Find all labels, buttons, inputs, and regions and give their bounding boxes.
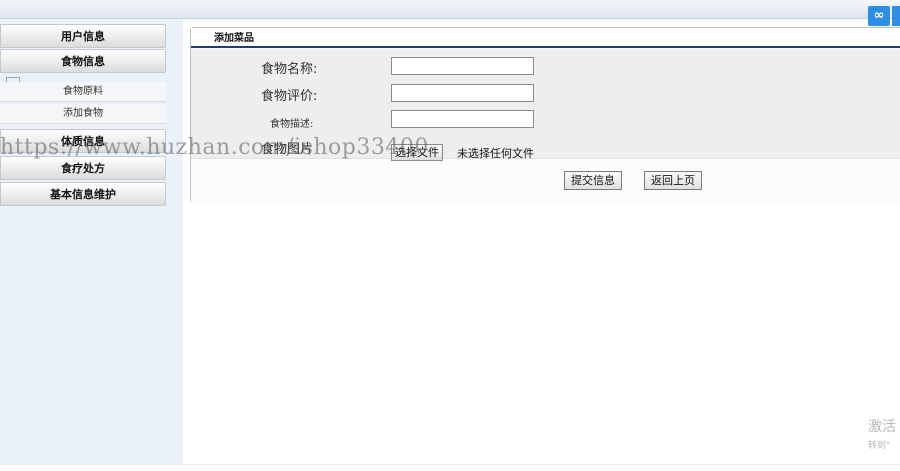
food-name-label: 食物名称: bbox=[261, 62, 318, 77]
sidebar-item-food-info[interactable]: 食物信息 bbox=[0, 49, 166, 73]
file-status-text: 未选择任何文件 bbox=[457, 147, 534, 160]
food-description-input[interactable] bbox=[391, 110, 534, 128]
food-name-input[interactable] bbox=[391, 57, 534, 75]
add-dish-panel: 添加菜品 食物名称: 食物评价: 食物描述: 食物图片 选择文件 未选择任何文件… bbox=[190, 27, 900, 203]
sidebar-item-basic-info-maintenance[interactable]: 基本信息维护 bbox=[0, 182, 166, 206]
panel-title: 添加菜品 bbox=[191, 28, 900, 48]
back-button[interactable]: 返回上页 bbox=[644, 171, 702, 190]
cloud-sync-icon-edge bbox=[892, 6, 900, 26]
watermark-text: https://www.huzhan.com/ishop33400 bbox=[0, 135, 429, 160]
sidebar-subitem-food-ingredients[interactable]: 食物原料 bbox=[0, 82, 166, 102]
food-review-input[interactable] bbox=[391, 84, 534, 102]
activate-windows-text: 激活 bbox=[868, 419, 896, 435]
sidebar-item-user-info[interactable]: 用户信息 bbox=[0, 24, 166, 48]
submit-button[interactable]: 提交信息 bbox=[564, 171, 622, 190]
button-area bbox=[191, 158, 900, 203]
sidebar-subitem-add-food[interactable]: 添加食物 bbox=[0, 104, 166, 124]
cloud-sync-icon[interactable]: ∞ bbox=[868, 6, 890, 26]
food-description-label: 食物描述: bbox=[270, 119, 314, 130]
top-bar bbox=[0, 0, 900, 19]
food-review-label: 食物评价: bbox=[261, 89, 318, 104]
activate-windows-subtext: 转到" bbox=[868, 441, 891, 451]
